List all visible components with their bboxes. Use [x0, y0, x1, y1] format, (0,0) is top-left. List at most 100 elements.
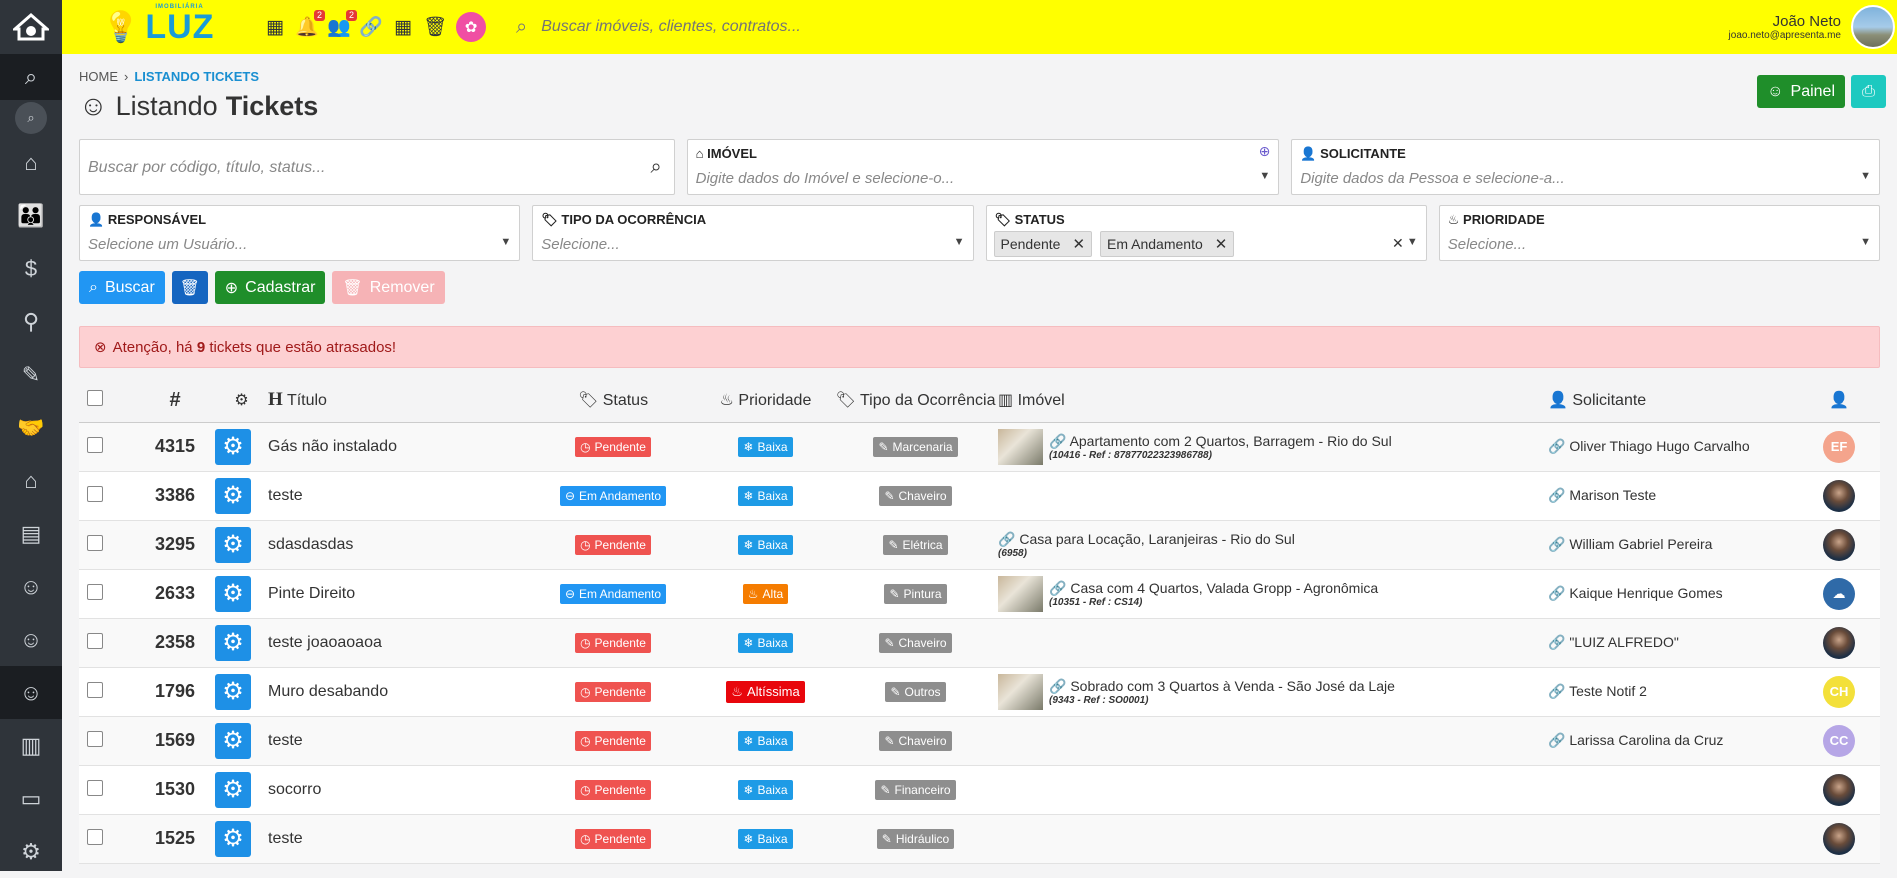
id-header[interactable]: #: [135, 379, 215, 423]
avatar[interactable]: [1823, 528, 1855, 561]
close-icon[interactable]: ✕: [1072, 235, 1085, 253]
table-row[interactable]: 2358 ⚙ teste joaoaoaoa ◷ Pendente ❄ Baixa ✎ Chav…: [79, 618, 1880, 668]
avatar[interactable]: [1823, 479, 1855, 512]
gear-icon[interactable]: ⚙: [215, 428, 251, 465]
gear-icon[interactable]: ⚙: [215, 575, 251, 612]
sidebar-item-deals[interactable]: 🤝: [0, 401, 62, 454]
requester-link[interactable]: 🔗 Marison Teste: [1548, 487, 1656, 503]
users-icon[interactable]: 👥 2: [327, 10, 357, 38]
row-checkbox[interactable]: [87, 485, 103, 502]
row-checkbox[interactable]: [87, 779, 103, 796]
search-field[interactable]: Buscar por código, título, status... ⌕: [79, 139, 675, 195]
sidebar-item-billing[interactable]: ▭: [0, 772, 62, 825]
sidebar-item-home[interactable]: ⌂: [0, 136, 62, 189]
requester-link[interactable]: 🔗 William Gabriel Pereira: [1548, 536, 1712, 552]
print-button[interactable]: ⎙: [1851, 75, 1886, 108]
row-checkbox[interactable]: [87, 583, 103, 600]
requester-link[interactable]: 🔗 Larissa Carolina da Cruz: [1548, 732, 1723, 748]
user-menu[interactable]: João Neto joao.neto@apresenta.me: [1729, 5, 1897, 49]
ticket-title[interactable]: Pinte Direito: [268, 569, 528, 619]
sidebar-item-properties[interactable]: ⌂: [0, 454, 62, 507]
row-checkbox[interactable]: [87, 681, 103, 698]
ticket-id[interactable]: 3386: [135, 471, 215, 521]
cadastrar-button[interactable]: ⊕ Cadastrar: [214, 271, 326, 304]
breadcrumb-home[interactable]: HOME: [79, 69, 118, 84]
global-search-input[interactable]: [541, 18, 942, 36]
responsavel-field[interactable]: 👤 RESPONSÁVEL Selecione um Usuário... ▼: [79, 205, 521, 261]
property-header[interactable]: ▥ Imóvel: [998, 379, 1548, 423]
ticket-id[interactable]: 1525: [135, 814, 215, 864]
trash-icon[interactable]: 🗑: [423, 16, 447, 38]
ticket-title[interactable]: teste: [268, 716, 528, 766]
chevron-down-icon[interactable]: ▼: [1407, 236, 1418, 248]
remover-button[interactable]: 🗑 Remover: [332, 271, 445, 304]
sidebar-item-people[interactable]: 👪: [0, 189, 62, 242]
select-all-checkbox[interactable]: [87, 389, 103, 406]
painel-button[interactable]: ☺ Painel: [1757, 75, 1845, 108]
gear-icon[interactable]: ⚙: [215, 624, 251, 661]
gear-icon[interactable]: ⚙: [215, 722, 251, 759]
row-checkbox[interactable]: [87, 436, 103, 453]
avatar[interactable]: [1823, 626, 1855, 659]
ticket-title[interactable]: Muro desabando: [268, 667, 528, 717]
ticket-id[interactable]: 4315: [135, 422, 215, 472]
sidebar-item-support-2[interactable]: ☺: [0, 613, 62, 666]
grid-icon[interactable]: ▦: [264, 16, 286, 38]
sidebar-item-finance[interactable]: $: [0, 242, 62, 295]
property-name[interactable]: Casa com 4 Quartos, Valada Gropp - Agron…: [1070, 580, 1378, 596]
ticket-title[interactable]: teste: [268, 471, 528, 521]
search-icon[interactable]: ⌕: [650, 156, 661, 179]
status-header[interactable]: 🏷 Status: [528, 379, 698, 423]
imovel-field[interactable]: ⌂ IMÓVEL ⊕ Digite dados do Imóvel e sele…: [686, 139, 1280, 195]
type-header[interactable]: 🏷 Tipo da Ocorrência: [833, 379, 998, 423]
requester-link[interactable]: 🔗 Kaique Henrique Gomes: [1548, 585, 1723, 601]
chevron-down-icon[interactable]: ▼: [954, 236, 965, 248]
calendar-icon[interactable]: ▦: [392, 16, 414, 38]
gear-icon[interactable]: ⚙: [215, 820, 251, 857]
avatar[interactable]: [1823, 822, 1855, 855]
chevron-down-icon[interactable]: ▼: [1860, 170, 1871, 182]
table-row[interactable]: 3386 ⚙ teste ⊖ Em Andamento ❄ Baixa ✎ Chaveiro 🔗 …: [79, 471, 1880, 521]
solicitante-field[interactable]: 👤 SOLICITANTE Digite dados da Pessoa e s…: [1291, 139, 1880, 195]
brand-logo[interactable]: 💡 IMOBILIÁRIA LUZ: [62, 4, 244, 45]
table-row[interactable]: 3295 ⚙ sdasdasdas ◷ Pendente ❄ Baixa ✎ Elétrica 🔗…: [79, 520, 1880, 570]
property-name[interactable]: Apartamento com 2 Quartos, Barragem - Ri…: [1070, 433, 1392, 449]
ticket-title[interactable]: teste: [268, 814, 528, 864]
property-thumbnail[interactable]: [998, 428, 1043, 465]
requester-header[interactable]: 👤 Solicitante: [1548, 379, 1798, 423]
buscar-button[interactable]: ⌕ Buscar: [79, 271, 165, 304]
table-row[interactable]: 4315 ⚙ Gás não instalado ◷ Pendente ❄ Baixa ✎ Ma…: [79, 422, 1880, 472]
clear-icon[interactable]: ✕: [1392, 235, 1404, 252]
table-row[interactable]: 1525 ⚙ teste ◷ Pendente ❄ Baixa ✎ Hidráulico: [79, 814, 1880, 864]
requester-link[interactable]: 🔗 Teste Notif 2: [1548, 683, 1647, 699]
ticket-id[interactable]: 1569: [135, 716, 215, 766]
table-row[interactable]: 1569 ⚙ teste ◷ Pendente ❄ Baixa ✎ Chaveiro 🔗 Lari…: [79, 716, 1880, 766]
sidebar-item-calendar[interactable]: ▤: [0, 507, 62, 560]
search-add-icon[interactable]: ⊕: [1259, 143, 1271, 160]
avatar[interactable]: ☁: [1823, 577, 1855, 610]
ticket-title[interactable]: teste joaoaoaoa: [268, 618, 528, 668]
priority-header[interactable]: ♨ Prioridade: [698, 379, 833, 423]
ticket-id[interactable]: 2633: [135, 569, 215, 619]
ticket-title[interactable]: Gás não instalado: [268, 422, 528, 472]
table-row[interactable]: 1530 ⚙ socorro ◷ Pendente ❄ Baixa ✎ Financeiro: [79, 765, 1880, 815]
ticket-title[interactable]: sdasdasdas: [268, 520, 528, 570]
table-row[interactable]: 2633 ⚙ Pinte Direito ⊖ Em Andamento ♨ Alta ✎ Pin…: [79, 569, 1880, 619]
row-checkbox[interactable]: [87, 828, 103, 845]
sidebar-item-contracts[interactable]: ✎: [0, 348, 62, 401]
property-thumbnail[interactable]: [998, 575, 1043, 612]
status-field[interactable]: 🏷 STATUS Pendente ✕ Em Andamento ✕ ✕ ▼: [985, 205, 1427, 261]
property-cell[interactable]: 🔗 Sobrado com 3 Quartos à Venda - São Jo…: [998, 673, 1548, 710]
avatar[interactable]: CH: [1823, 675, 1855, 708]
property-name[interactable]: Casa para Locação, Laranjeiras - Rio do …: [1019, 531, 1295, 547]
ticket-id[interactable]: 2358: [135, 618, 215, 668]
sidebar-item-reports[interactable]: ▥: [0, 719, 62, 772]
sidebar-item-settings[interactable]: ⚙: [0, 825, 62, 878]
sidebar-search-icon[interactable]: ⌕: [0, 54, 62, 100]
row-checkbox[interactable]: [87, 534, 103, 551]
row-checkbox[interactable]: [87, 730, 103, 747]
link-icon[interactable]: 🔗: [359, 16, 383, 38]
avatar[interactable]: CC: [1823, 724, 1855, 757]
clear-filters-button[interactable]: 🗑: [171, 271, 208, 304]
property-cell[interactable]: 🔗 Casa para Locação, Laranjeiras - Rio d…: [998, 531, 1548, 559]
